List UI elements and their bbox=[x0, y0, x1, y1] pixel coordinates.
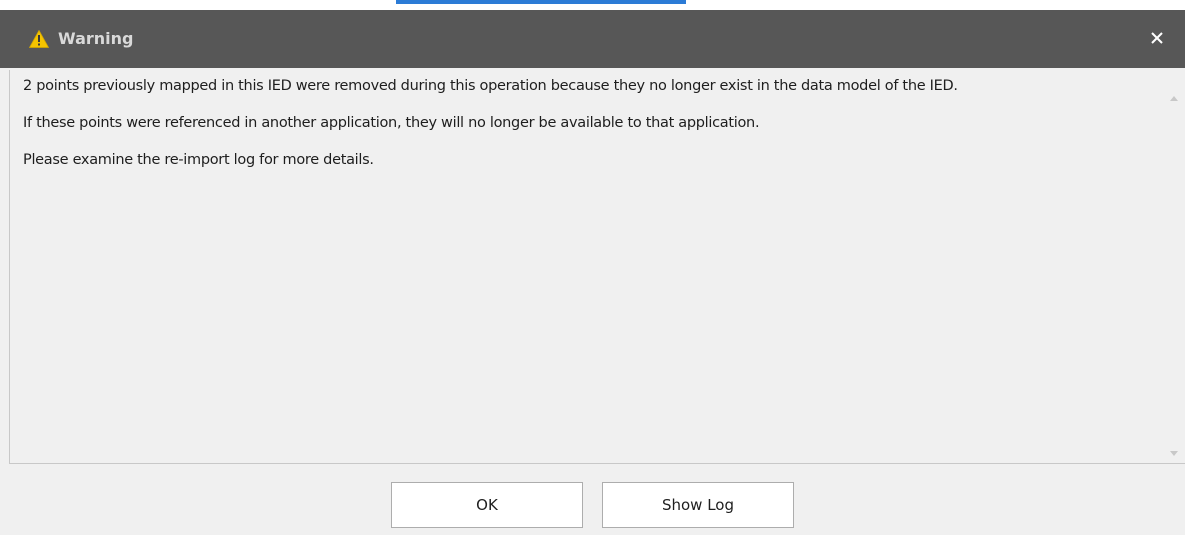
message-paragraph: Please examine the re-import log for mor… bbox=[23, 152, 374, 168]
close-icon[interactable] bbox=[1147, 28, 1167, 48]
background-window bbox=[0, 0, 1185, 10]
ok-button[interactable]: OK bbox=[391, 482, 583, 528]
warning-triangle-icon bbox=[28, 29, 50, 48]
dialog-titlebar[interactable]: Warning bbox=[0, 10, 1185, 68]
message-paragraph: If these points were referenced in anoth… bbox=[23, 115, 760, 131]
warning-dialog: Warning 2 points previously mapped in th… bbox=[0, 10, 1185, 535]
background-accent-bar bbox=[396, 0, 686, 4]
scroll-down-arrow-icon[interactable] bbox=[1169, 443, 1179, 456]
message-text: 2 points previously mapped in this IED w… bbox=[23, 76, 1153, 187]
dialog-footer: OK Show Log bbox=[0, 465, 1185, 535]
scroll-up-arrow-icon[interactable] bbox=[1169, 89, 1179, 101]
show-log-button[interactable]: Show Log bbox=[602, 482, 794, 528]
message-paragraph: 2 points previously mapped in this IED w… bbox=[23, 78, 958, 94]
dialog-title: Warning bbox=[58, 29, 134, 48]
message-panel[interactable]: 2 points previously mapped in this IED w… bbox=[9, 70, 1185, 464]
